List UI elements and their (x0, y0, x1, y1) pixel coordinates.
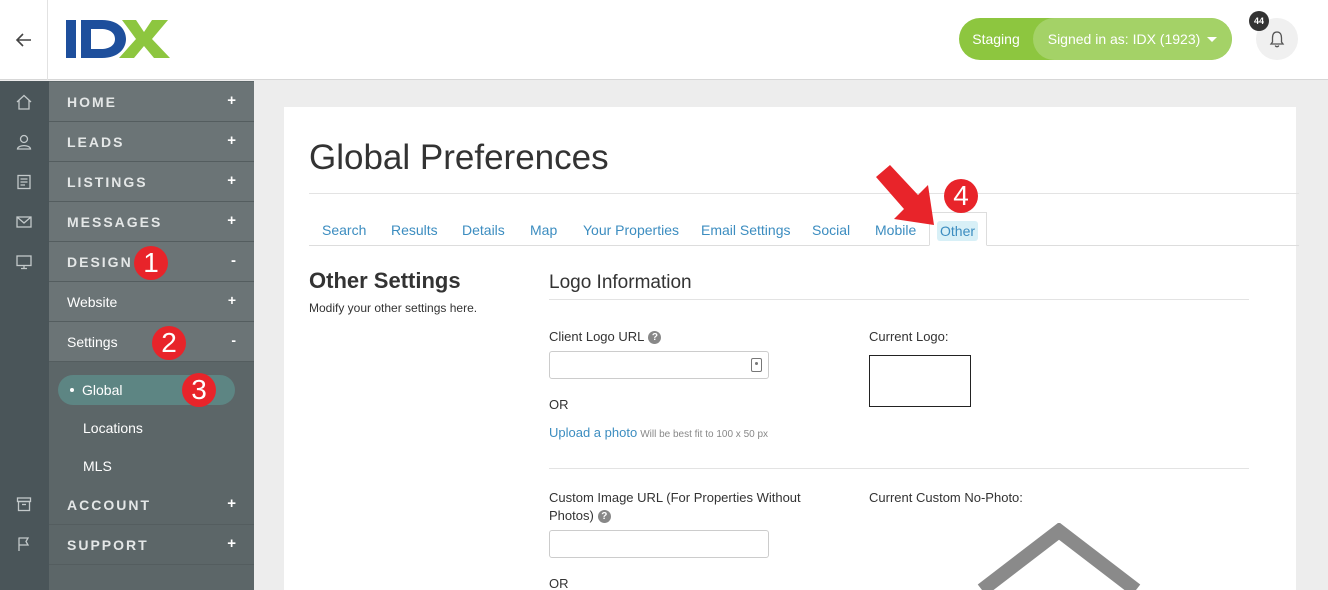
active-dot-icon (70, 388, 74, 392)
expand-icon: + (227, 535, 236, 552)
tab-your-properties[interactable]: Your Properties (583, 222, 679, 238)
menu-item-label: LISTINGS (67, 173, 148, 190)
collapse-icon: - (231, 252, 236, 269)
caret-down-icon (1207, 36, 1218, 42)
expand-icon: + (227, 292, 236, 308)
menu-item-leads[interactable]: LEADS + (49, 122, 254, 162)
menu-item-account[interactable]: ACCOUNT + (49, 485, 254, 525)
arrow-annotation-icon (876, 165, 934, 225)
step-marker-1: 1 (134, 246, 168, 280)
section-title: Other Settings (309, 268, 461, 293)
top-bar: Staging Signed in as: IDX (1923) 44 (0, 0, 1328, 80)
arrow-left-icon (15, 33, 31, 47)
menu-item-locations[interactable]: Locations (83, 420, 143, 436)
upload-photo-row: Upload a photo Will be best fit to 100 x … (549, 425, 768, 440)
home-icon[interactable] (14, 92, 34, 112)
submenu-item-label: Website (67, 293, 118, 310)
notification-count-badge: 44 (1249, 11, 1269, 31)
client-logo-url-input[interactable] (549, 351, 769, 379)
custom-image-url-input[interactable] (549, 530, 769, 558)
listings-icon[interactable] (14, 172, 34, 192)
tab-email-settings[interactable]: Email Settings (701, 222, 790, 238)
step-marker-4: 4 (944, 179, 978, 213)
main-card: Global Preferences Search Results Detail… (284, 107, 1299, 590)
tab-map[interactable]: Map (530, 222, 557, 238)
back-button[interactable] (0, 0, 48, 80)
mail-icon[interactable] (14, 212, 34, 232)
archive-icon[interactable] (14, 494, 34, 514)
help-icon[interactable]: ? (597, 510, 611, 524)
menu-item-label: ACCOUNT (67, 496, 151, 513)
expand-icon: + (227, 172, 236, 189)
menu-item-label: MESSAGES (67, 213, 163, 230)
menu-item-home[interactable]: HOME + (49, 82, 254, 122)
submenu-item-label: Global (82, 382, 123, 398)
no-photo-house-icon (977, 523, 1141, 590)
or-label: OR (549, 576, 569, 590)
tab-social[interactable]: Social (812, 222, 850, 238)
side-menu: HOME + LEADS + LISTINGS + MESSAGES + DES… (49, 81, 254, 590)
account-dropdown[interactable]: Signed in as: IDX (1923) (1033, 18, 1232, 60)
expand-icon: + (227, 132, 236, 149)
menu-item-messages[interactable]: MESSAGES + (49, 202, 254, 242)
menu-item-mls[interactable]: MLS (83, 458, 112, 474)
logo-information-heading: Logo Information (549, 272, 692, 293)
staging-label: Staging (972, 31, 1020, 47)
idx-logo[interactable] (64, 18, 174, 60)
flag-icon[interactable] (14, 534, 34, 554)
step-marker-3: 3 (182, 373, 216, 407)
page-title: Global Preferences (309, 138, 609, 177)
menu-item-support[interactable]: SUPPORT + (49, 525, 254, 565)
expand-icon: + (227, 495, 236, 512)
signed-in-label: Signed in as: IDX (1923) (1047, 31, 1201, 47)
bell-icon (1269, 31, 1285, 48)
divider (549, 299, 1249, 300)
monitor-icon[interactable] (14, 252, 34, 272)
user-icon[interactable] (14, 132, 34, 152)
menu-item-listings[interactable]: LISTINGS + (49, 162, 254, 202)
menu-item-label: LEADS (67, 133, 125, 150)
environment-pill[interactable]: Staging Signed in as: IDX (1923) (959, 18, 1232, 60)
expand-icon: + (227, 92, 236, 109)
tab-search[interactable]: Search (322, 222, 366, 238)
current-logo-label: Current Logo: (869, 329, 949, 344)
icon-rail (0, 81, 49, 590)
submenu-item-label: Settings (67, 333, 118, 350)
help-icon[interactable]: ? (648, 331, 662, 345)
step-marker-2: 2 (152, 326, 186, 360)
tab-details[interactable]: Details (462, 222, 505, 238)
current-no-photo-label: Current Custom No-Photo: (869, 490, 1023, 505)
contact-card-icon (751, 358, 762, 372)
divider (309, 193, 1299, 194)
tab-other-label: Other (937, 221, 979, 241)
tab-results[interactable]: Results (391, 222, 438, 238)
current-logo-preview (869, 355, 971, 407)
upload-hint: Will be best fit to 100 x 50 px (640, 429, 769, 440)
or-label: OR (549, 397, 569, 412)
client-logo-label: Client Logo URL? (549, 328, 662, 346)
upload-photo-link[interactable]: Upload a photo (549, 425, 637, 440)
menu-item-website[interactable]: Website + (49, 282, 254, 322)
menu-item-label: SUPPORT (67, 536, 149, 553)
section-description: Modify your other settings here. (309, 301, 478, 315)
collapse-icon: - (231, 332, 236, 348)
custom-image-label: Custom Image URL (For Properties Without… (549, 489, 819, 525)
menu-item-label: HOME (67, 93, 117, 110)
client-logo-label-text: Client Logo URL (549, 329, 645, 344)
custom-image-label-text: Custom Image URL (For Properties Without… (549, 490, 801, 523)
menu-item-label: DESIGN (67, 253, 133, 270)
tab-bar: Search Results Details Map Your Properti… (309, 212, 1299, 246)
divider (549, 468, 1249, 469)
expand-icon: + (227, 212, 236, 229)
